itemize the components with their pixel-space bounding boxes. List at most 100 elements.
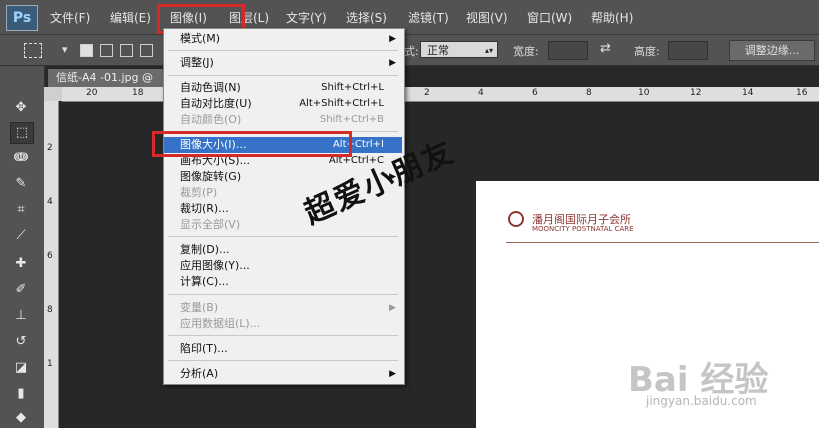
marquee-tool-icon[interactable]: ⬚ bbox=[10, 122, 34, 144]
crop-tool-icon[interactable]: ⌗ bbox=[10, 200, 32, 220]
menu-separator bbox=[168, 50, 398, 51]
healing-brush-icon[interactable]: ✚ bbox=[10, 254, 32, 274]
menu-item-trap[interactable]: 陷印(T)... bbox=[164, 341, 402, 357]
menu-item-label: 显示全部(V) bbox=[180, 218, 241, 231]
menu-item-label: 变量(B) bbox=[180, 301, 219, 314]
header-divider bbox=[506, 242, 819, 243]
brush-tool-icon[interactable]: ✐ bbox=[10, 280, 32, 300]
gradient-tool-icon[interactable]: ▮ bbox=[10, 384, 32, 404]
menu-item-label: 复制(D)... bbox=[180, 243, 230, 256]
menu-separator bbox=[168, 360, 398, 361]
ruler-label: 1 bbox=[47, 359, 53, 369]
menu-item-label: 分析(A) bbox=[180, 367, 219, 380]
menu-item-label: 应用图像(Y)... bbox=[180, 259, 250, 272]
ruler-label: 20 bbox=[86, 88, 98, 98]
ruler-label: 2 bbox=[47, 143, 53, 153]
add-selection-icon[interactable] bbox=[100, 44, 113, 57]
menu-item-duplicate[interactable]: 复制(D)... bbox=[164, 242, 402, 258]
menu-item-apply-data-set[interactable]: 应用数据组(L)... bbox=[164, 316, 402, 332]
menu-item-variables[interactable]: 变量(B) ▶ bbox=[164, 300, 402, 316]
blur-tool-icon[interactable]: ◆ bbox=[10, 408, 32, 428]
ruler-label: 16 bbox=[796, 88, 808, 98]
menu-item-label: 应用数据组(L)... bbox=[180, 317, 261, 330]
refine-edge-button[interactable]: 调整边缘... bbox=[729, 40, 815, 61]
submenu-arrow-icon: ▶ bbox=[389, 34, 396, 44]
style-value: 正常 bbox=[427, 44, 449, 57]
ruler-label: 6 bbox=[47, 251, 53, 261]
subtract-selection-icon[interactable] bbox=[120, 44, 133, 57]
menu-separator bbox=[168, 294, 398, 295]
menu-filter[interactable]: 滤镜(T) bbox=[408, 9, 449, 26]
menu-edit[interactable]: 编辑(E) bbox=[110, 9, 151, 26]
ruler-label: 4 bbox=[478, 88, 484, 98]
menu-item-auto-contrast[interactable]: 自动对比度(U) Alt+Shift+Ctrl+L bbox=[164, 96, 402, 112]
eyedropper-icon[interactable]: ⟋ bbox=[10, 226, 32, 246]
menu-help[interactable]: 帮助(H) bbox=[591, 9, 633, 26]
menu-item-auto-tone[interactable]: 自动色调(N) Shift+Ctrl+L bbox=[164, 80, 402, 96]
menu-item-analysis[interactable]: 分析(A) ▶ bbox=[164, 366, 402, 382]
menu-file[interactable]: 文件(F) bbox=[50, 9, 90, 26]
style-select[interactable]: 正常 ▴▾ bbox=[420, 41, 498, 58]
submenu-arrow-icon: ▶ bbox=[389, 303, 396, 313]
photoshop-logo: Ps bbox=[6, 5, 38, 31]
menu-item-adjust[interactable]: 调整(J) ▶ bbox=[164, 55, 402, 71]
ruler-corner bbox=[44, 87, 62, 101]
tools-panel: ✥ ⬚ ↈ ✎ ⌗ ⟋ ✚ ✐ ⊥ ↺ ◪ ▮ ◆ bbox=[0, 66, 45, 428]
style-label: 式: bbox=[404, 45, 419, 58]
menu-item-label: 陷印(T)... bbox=[180, 342, 228, 355]
menu-item-reveal-all[interactable]: 显示全部(V) bbox=[164, 217, 402, 233]
options-bar: ▾ 式: 正常 ▴▾ 宽度: ⇄ 高度: 调整边缘... bbox=[0, 35, 819, 66]
menu-type[interactable]: 文字(Y) bbox=[286, 9, 327, 26]
menu-item-auto-color[interactable]: 自动颜色(O) Shift+Ctrl+B bbox=[164, 112, 402, 128]
menu-item-label: 调整(J) bbox=[180, 56, 214, 69]
new-selection-icon[interactable] bbox=[80, 44, 93, 57]
history-brush-icon[interactable]: ↺ bbox=[10, 332, 32, 352]
height-label: 高度: bbox=[634, 45, 660, 58]
menu-item-label: 自动颜色(O) bbox=[180, 113, 242, 126]
menu-item-label: 计算(C)... bbox=[180, 275, 229, 288]
menu-item-label: 自动色调(N) bbox=[180, 81, 241, 94]
stamp-tool-icon[interactable]: ⊥ bbox=[10, 306, 32, 326]
document-tab[interactable]: 信纸-A4 -01.jpg @ bbox=[48, 69, 164, 87]
menu-item-shortcut: Shift+Ctrl+L bbox=[321, 82, 384, 93]
eraser-tool-icon[interactable]: ◪ bbox=[10, 358, 32, 378]
ruler-label: 6 bbox=[532, 88, 538, 98]
menu-item-label: 裁切(R)... bbox=[180, 202, 229, 215]
swap-icon[interactable]: ⇄ bbox=[600, 41, 611, 56]
marquee-tool-icon[interactable] bbox=[24, 43, 42, 58]
dropdown-arrow-icon[interactable]: ▾ bbox=[62, 43, 68, 56]
menu-window[interactable]: 窗口(W) bbox=[527, 9, 572, 26]
menu-item-shortcut: Alt+Shift+Ctrl+L bbox=[299, 98, 384, 109]
height-input[interactable] bbox=[668, 41, 708, 60]
menu-bar: Ps 文件(F) 编辑(E) 图像(I) 图层(L) 文字(Y) 选择(S) 滤… bbox=[0, 0, 819, 35]
menu-select[interactable]: 选择(S) bbox=[346, 9, 387, 26]
menu-item-calculations[interactable]: 计算(C)... bbox=[164, 274, 402, 290]
submenu-arrow-icon: ▶ bbox=[389, 369, 396, 379]
menu-item-label: 裁剪(P) bbox=[180, 186, 218, 199]
menu-item-apply-image[interactable]: 应用图像(Y)... bbox=[164, 258, 402, 274]
width-label: 宽度: bbox=[513, 45, 539, 58]
submenu-arrow-icon: ▶ bbox=[389, 58, 396, 68]
ruler-label: 12 bbox=[690, 88, 702, 98]
ruler-label: 14 bbox=[742, 88, 754, 98]
menu-separator bbox=[168, 75, 398, 76]
menu-item-label: 模式(M) bbox=[180, 32, 221, 45]
menu-item-mode[interactable]: 模式(M) ▶ bbox=[164, 31, 402, 47]
logo-english: MOONCITY POSTNATAL CARE bbox=[532, 225, 634, 233]
menu-item-label: 自动对比度(U) bbox=[180, 97, 252, 110]
intersect-selection-icon[interactable] bbox=[140, 44, 153, 57]
width-input[interactable] bbox=[548, 41, 588, 60]
ruler-label: 2 bbox=[424, 88, 430, 98]
menu-item-shortcut: Shift+Ctrl+B bbox=[319, 114, 384, 125]
quick-select-icon[interactable]: ✎ bbox=[10, 174, 32, 194]
menu-view[interactable]: 视图(V) bbox=[466, 9, 508, 26]
ruler-label: 10 bbox=[638, 88, 650, 98]
image-size-highlight bbox=[152, 131, 352, 157]
ruler-label: 4 bbox=[47, 197, 53, 207]
select-arrow-icon: ▴▾ bbox=[484, 46, 493, 55]
baidu-url: jingyan.baidu.com bbox=[646, 394, 757, 408]
lasso-tool-icon[interactable]: ↈ bbox=[10, 148, 32, 168]
ruler-label: 8 bbox=[47, 305, 53, 315]
brand-logo-icon bbox=[508, 211, 524, 227]
move-tool-icon[interactable]: ✥ bbox=[10, 98, 32, 118]
